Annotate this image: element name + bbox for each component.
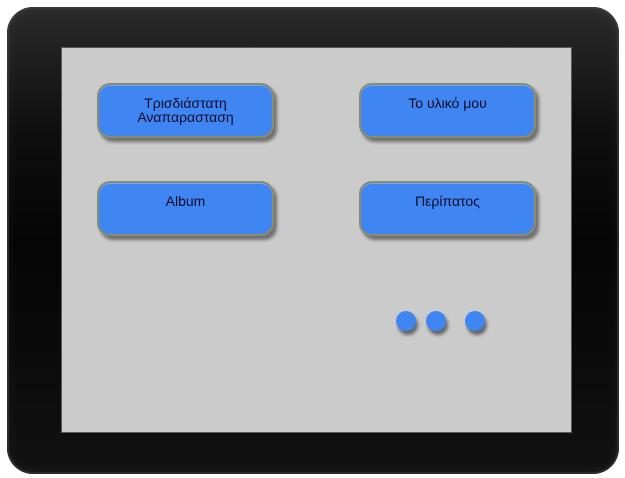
3d-representation-button[interactable]: Τρισδιάστατη Αναπαρασταση bbox=[97, 83, 274, 138]
tablet-frame: Τρισδιάστατη Αναπαρασταση Το υλικό μου A… bbox=[7, 7, 619, 474]
dot-icon[interactable] bbox=[396, 311, 416, 331]
my-material-button[interactable]: Το υλικό μου bbox=[359, 83, 536, 138]
dot-icon[interactable] bbox=[426, 311, 446, 331]
app-screen: Τρισδιάστατη Αναπαρασταση Το υλικό μου A… bbox=[62, 48, 571, 432]
walk-label: Περίπατος bbox=[415, 193, 480, 209]
3d-representation-label: Τρισδιάστατη Αναπαρασταση bbox=[137, 95, 234, 125]
dot-icon[interactable] bbox=[465, 311, 485, 331]
album-button[interactable]: Album bbox=[97, 181, 274, 236]
album-label: Album bbox=[165, 193, 206, 209]
my-material-label: Το υλικό μου bbox=[408, 95, 487, 111]
walk-button[interactable]: Περίπατος bbox=[359, 181, 536, 236]
